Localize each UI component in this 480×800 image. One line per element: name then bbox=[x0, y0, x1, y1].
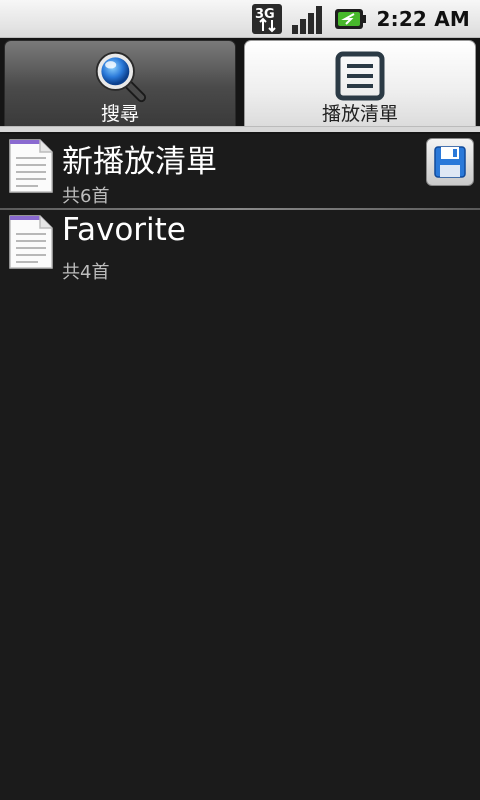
status-icons: 3G 2:22 AM bbox=[251, 2, 471, 36]
tab-playlist[interactable]: 播放清單 bbox=[244, 40, 476, 126]
playlist-list: 新播放清單 共6首 Favorite 共4首 bbox=[0, 134, 480, 284]
signal-strength-icon bbox=[291, 6, 322, 34]
document-icon bbox=[9, 139, 53, 193]
status-time: 2:22 AM bbox=[376, 7, 470, 31]
playlist-count: 共6首 bbox=[62, 186, 110, 207]
tab-search-label: 搜尋 bbox=[100, 103, 139, 125]
tab-search-icon-wrap bbox=[93, 49, 147, 103]
tab-playlist-icon-wrap bbox=[333, 49, 387, 103]
list-icon bbox=[335, 51, 385, 101]
playlist-count: 共4首 bbox=[62, 262, 110, 283]
3g-data-icon: 3G bbox=[251, 4, 282, 34]
status-bar: 3G 2:22 AM bbox=[0, 0, 480, 38]
playlist-title: 新播放清單 bbox=[62, 144, 217, 180]
floppy-disk-icon bbox=[434, 146, 466, 178]
playlist-title: Favorite bbox=[62, 212, 186, 248]
save-button[interactable] bbox=[426, 138, 474, 186]
tab-strip: 搜尋 播放清單 bbox=[0, 38, 480, 134]
tab-playlist-label: 播放清單 bbox=[321, 103, 398, 125]
list-item[interactable]: 新播放清單 共6首 bbox=[0, 134, 480, 208]
list-item[interactable]: Favorite 共4首 bbox=[0, 210, 480, 284]
search-icon bbox=[95, 51, 147, 103]
document-icon bbox=[9, 215, 53, 269]
battery-charging-icon bbox=[334, 9, 366, 29]
tab-underline bbox=[0, 126, 480, 132]
tab-search[interactable]: 搜尋 bbox=[4, 40, 236, 126]
